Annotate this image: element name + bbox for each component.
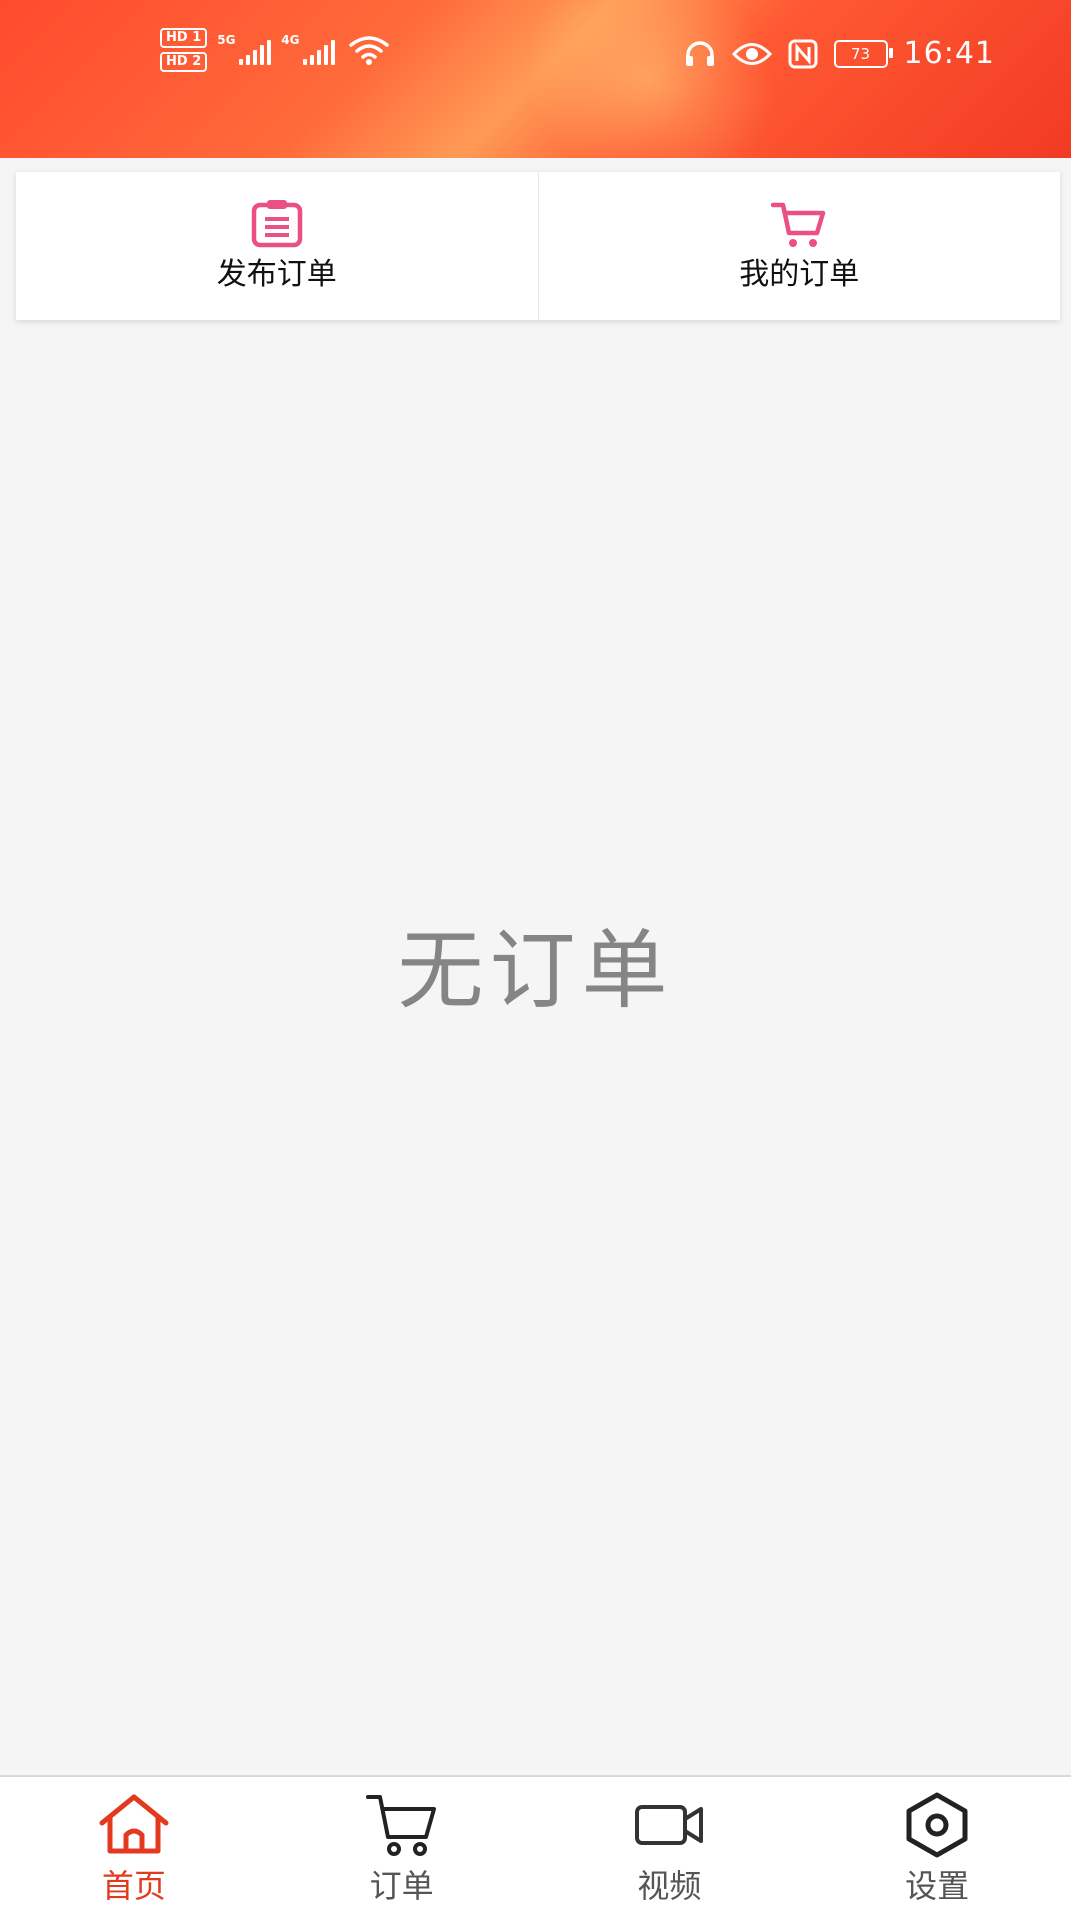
headphones-icon — [685, 40, 714, 66]
status-right: 73 16:41 — [684, 36, 995, 71]
settings-hexagon-icon — [906, 1792, 968, 1858]
signal-5g-label: 5G — [217, 33, 236, 47]
cart-icon — [365, 1795, 436, 1856]
my-orders-button[interactable]: 我的订单 — [537, 172, 1061, 320]
status-bar: HD 1 HD 2 5G 4G 73 16:41 — [0, 0, 1071, 158]
tab-orders[interactable]: 订单 — [268, 1777, 536, 1913]
signal-4g-icon: 4G — [281, 33, 336, 65]
my-orders-label: 我的订单 — [739, 257, 860, 292]
top-action-bar: 发布订单 我的订单 — [16, 172, 1060, 320]
home-icon — [99, 1794, 169, 1854]
wifi-icon — [349, 36, 389, 65]
signal-4g-label: 4G — [281, 33, 300, 47]
cart-icon — [771, 202, 826, 247]
status-left: HD 1 HD 2 5G 4G — [160, 28, 389, 72]
tab-home[interactable]: 首页 — [0, 1777, 268, 1913]
publish-order-button[interactable]: 发布订单 — [16, 172, 538, 320]
tab-video[interactable]: 视频 — [536, 1777, 804, 1913]
tab-home-label: 首页 — [101, 1867, 166, 1905]
bottom-tab-bar: 首页 订单 视频 设置 — [0, 1775, 1071, 1913]
tab-orders-label: 订单 — [369, 1867, 434, 1905]
tab-settings-label: 设置 — [905, 1867, 970, 1905]
tab-video-label: 视频 — [637, 1867, 702, 1905]
hd-indicators: HD 1 HD 2 — [160, 28, 208, 72]
signal-5g-icon: 5G — [217, 33, 272, 65]
status-time: 16:41 — [903, 36, 995, 71]
nfc-icon — [788, 39, 818, 68]
header-glow — [485, 0, 815, 158]
eye-icon — [731, 42, 772, 65]
hd1-badge: HD 1 — [160, 28, 208, 48]
battery-level: 73 — [850, 44, 871, 63]
publish-order-label: 发布订单 — [216, 257, 337, 292]
tab-settings[interactable]: 设置 — [803, 1777, 1071, 1913]
hd2-badge: HD 2 — [160, 52, 208, 72]
empty-orders-text: 无订单 — [397, 921, 674, 1021]
battery-indicator: 73 — [833, 39, 893, 68]
video-camera-icon — [635, 1805, 704, 1845]
clipboard-icon — [251, 200, 302, 248]
